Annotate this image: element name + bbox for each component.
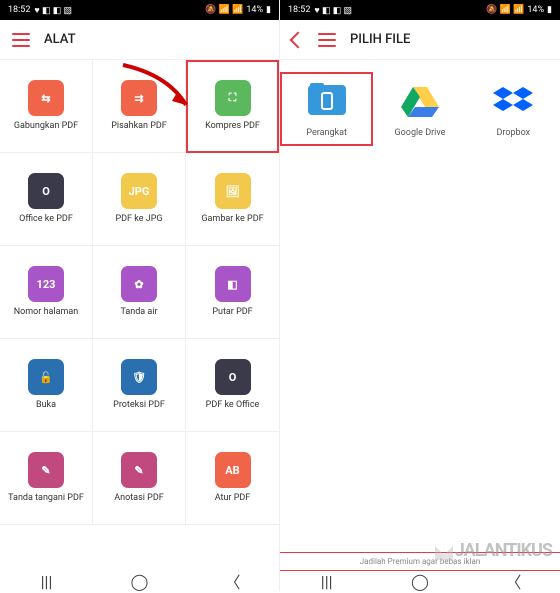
tool-icon: AB (215, 452, 251, 488)
tool-label: Putar PDF (208, 308, 256, 318)
menu-icon[interactable] (318, 33, 336, 47)
tool-pdf-ke-office[interactable]: O PDF ke Office (186, 339, 279, 432)
tool-icon: ✿ (121, 266, 157, 302)
tool-icon: 🛡 (121, 359, 157, 395)
tools-grid: ⇆ Gabungkan PDF ⇉ Pisahkan PDF ⛶ Kompres PDF O… (0, 60, 279, 591)
status-time: 18:52 (8, 5, 30, 15)
android-nav: ||| ◯ 〈 (280, 571, 560, 591)
tool-icon: 123 (28, 266, 64, 302)
tool-icon: ⛶ (215, 80, 251, 116)
tool-icon: ⇆ (28, 80, 64, 116)
home-button[interactable]: ◯ (133, 574, 147, 588)
tool-label: Proteksi PDF (109, 401, 169, 411)
screen-tools: 18:52♥ ◧ ◧ ▧ 🔕 📶 📶14%▮ ALAT ⇆ Gabungkan P… (0, 0, 280, 591)
tool-tanda-air[interactable]: ✿ Tanda air (93, 246, 186, 339)
tool-icon: ✎ (28, 452, 64, 488)
tool-label: PDF ke Office (202, 401, 264, 411)
source-label: Perangkat (306, 128, 347, 138)
recents-button[interactable]: ||| (40, 574, 54, 588)
tool-label: Gambar ke PDF (197, 215, 267, 225)
tool-label: Pisahkan PDF (107, 122, 171, 132)
app-bar: PILIH FILE (280, 20, 560, 60)
tool-kompres-pdf[interactable]: ⛶ Kompres PDF (186, 60, 279, 153)
source-row: Perangkat Google Drive Dropbox (280, 60, 560, 158)
source-dropbox[interactable]: Dropbox (467, 72, 560, 146)
tool-pisahkan-pdf[interactable]: ⇉ Pisahkan PDF (93, 60, 186, 153)
dropbox-icon (492, 80, 534, 122)
source-label: Google Drive (395, 128, 446, 138)
tool-label: Buka (32, 401, 60, 411)
tool-label: Nomor halaman (10, 308, 83, 318)
tool-icon: ⇉ (121, 80, 157, 116)
back-button[interactable]: 〈 (506, 574, 520, 588)
tool-label: Tanda air (116, 308, 161, 318)
tool-icon: O (28, 173, 64, 209)
source-gdrive[interactable]: Google Drive (373, 72, 466, 146)
back-button[interactable]: 〈 (226, 574, 240, 588)
tool-icon: ✎ (121, 452, 157, 488)
status-battery: 14% (246, 5, 263, 15)
source-device[interactable]: Perangkat (280, 72, 373, 146)
tool-icon: JPG (121, 173, 157, 209)
page-title: PILIH FILE (350, 32, 410, 47)
app-bar: ALAT (0, 20, 279, 60)
tool-anotasi-pdf[interactable]: ✎ Anotasi PDF (93, 432, 186, 525)
source-label: Dropbox (497, 128, 531, 138)
tool-icon: 🖼 (215, 173, 251, 209)
tool-pdf-ke-jpg[interactable]: JPG PDF ke JPG (93, 153, 186, 246)
tool-label: Tanda tangani PDF (4, 494, 88, 504)
tool-atur-pdf[interactable]: AB Atur PDF (186, 432, 279, 525)
tool-tanda-tangani-pdf[interactable]: ✎ Tanda tangani PDF (0, 432, 93, 525)
screen-filepicker: 18:52♥ ◧ ◧ ▧ 🔕 📶 📶14%▮ PILIH FILE Perang… (280, 0, 560, 591)
tool-label: Gabungkan PDF (10, 122, 82, 132)
tool-icon: O (215, 359, 251, 395)
device-icon (306, 80, 348, 122)
tool-office-ke-pdf[interactable]: O Office ke PDF (0, 153, 93, 246)
tool-icon: ◧ (215, 266, 251, 302)
tool-gambar-ke-pdf[interactable]: 🖼 Gambar ke PDF (186, 153, 279, 246)
watermark: JALANTIKUS (435, 540, 552, 561)
tool-label: Atur PDF (211, 494, 255, 504)
tool-proteksi-pdf[interactable]: 🛡 Proteksi PDF (93, 339, 186, 432)
home-button[interactable]: ◯ (413, 574, 427, 588)
android-nav: ||| ◯ 〈 (0, 571, 279, 591)
tool-nomor-halaman[interactable]: 123 Nomor halaman (0, 246, 93, 339)
tool-putar-pdf[interactable]: ◧ Putar PDF (186, 246, 279, 339)
recents-button[interactable]: ||| (320, 574, 334, 588)
tool-buka[interactable]: 🔓 Buka (0, 339, 93, 432)
back-icon[interactable] (290, 31, 307, 48)
tool-label: PDF ke JPG (111, 215, 166, 225)
tool-gabungkan-pdf[interactable]: ⇆ Gabungkan PDF (0, 60, 93, 153)
gdrive-icon (399, 80, 441, 122)
status-bar: 18:52♥ ◧ ◧ ▧ 🔕 📶 📶14%▮ (0, 0, 279, 20)
tool-label: Anotasi PDF (110, 494, 167, 504)
tool-label: Kompres PDF (201, 122, 264, 132)
menu-icon[interactable] (12, 33, 30, 47)
page-title: ALAT (44, 32, 76, 47)
tool-label: Office ke PDF (15, 215, 77, 225)
status-bar: 18:52♥ ◧ ◧ ▧ 🔕 📶 📶14%▮ (280, 0, 560, 20)
tool-icon: 🔓 (28, 359, 64, 395)
